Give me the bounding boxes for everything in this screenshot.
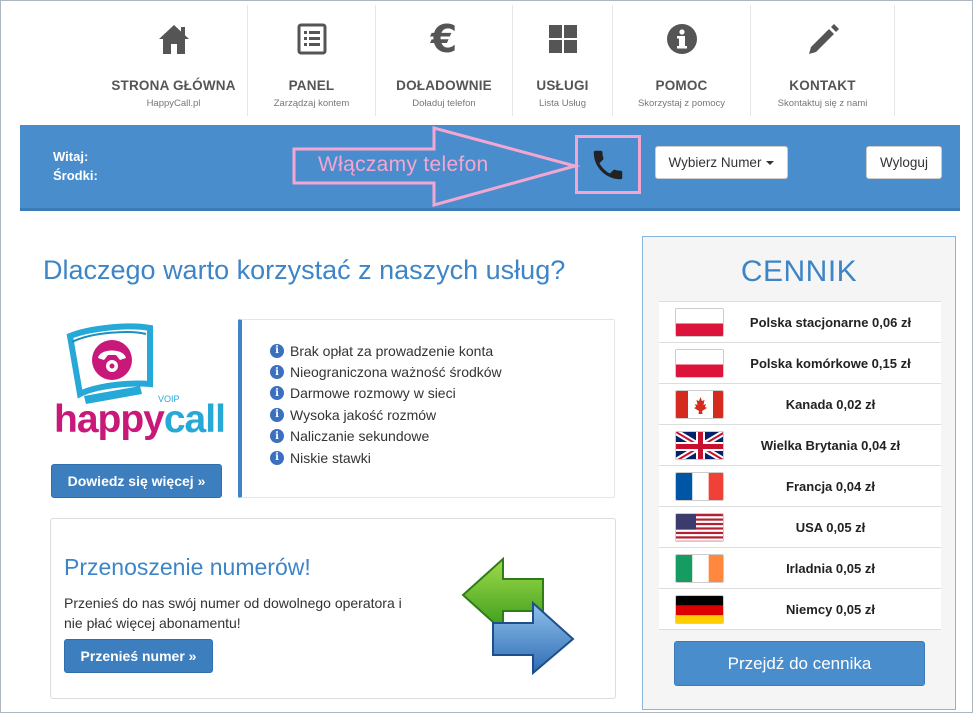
nav-title: POMOC xyxy=(655,78,708,93)
feature-item: i Darmowe rozmowy w sieci xyxy=(270,383,614,404)
price-label: USA 0,05 zł xyxy=(795,519,866,535)
price-row: USA 0,05 zł xyxy=(659,507,941,548)
nav-title: PANEL xyxy=(288,78,335,93)
uk-flag-icon xyxy=(675,430,724,460)
price-list-title: CENNIK xyxy=(740,255,858,288)
feature-text: Nieograniczona ważność środków xyxy=(290,364,502,381)
logout-label: Wyloguj xyxy=(880,155,928,170)
price-row: Niemcy 0,05 zł xyxy=(659,589,941,630)
logo-word-call: call xyxy=(163,398,226,441)
feature-item: i Nieograniczona ważność środków xyxy=(270,361,614,382)
nav-item-help[interactable]: POMOC Skorzystaj z pomocy xyxy=(613,5,751,116)
germany-flag-icon xyxy=(675,594,724,624)
go-to-price-list-button[interactable]: Przejdź do cennika xyxy=(674,641,925,686)
canada-flag-icon xyxy=(675,389,724,419)
usa-flag-icon xyxy=(675,512,724,542)
feature-item: i Niskie stawki xyxy=(270,447,614,468)
nav-subtitle: Skontaktuj się z nami xyxy=(777,98,868,109)
nav-title: DOŁADOWNIE xyxy=(396,78,492,93)
learn-more-button[interactable]: Dowiedz się więcej » xyxy=(51,464,222,498)
nav-title: STRONA GŁÓWNA xyxy=(111,78,236,93)
nav-title: USŁUGI xyxy=(536,78,589,93)
price-label: Niemcy 0,05 zł xyxy=(786,601,875,617)
choose-number-label: Wybierz Numer xyxy=(668,155,762,170)
feature-item: i Naliczanie sekundowe xyxy=(270,426,614,447)
features-box: i Brak opłat za prowadzenie konta i Nieogr… xyxy=(238,319,615,498)
price-row: Polska komórkowe 0,15 zł xyxy=(659,343,941,384)
price-row: Francja 0,04 zł xyxy=(659,466,941,507)
caret-down-icon xyxy=(766,160,775,165)
price-label: Polska komórkowe 0,15 zł xyxy=(750,355,911,371)
price-row: Polska stacjonarne 0,06 zł xyxy=(659,302,941,343)
nav-subtitle: Doładuj telefon xyxy=(412,98,476,109)
poland-flag-icon xyxy=(675,307,724,337)
nav-title: KONTAKT xyxy=(789,78,856,93)
port-number-button[interactable]: Przenieś numer » xyxy=(64,639,213,673)
price-label: Polska stacjonarne 0,06 zł xyxy=(749,314,912,330)
feature-text: Naliczanie sekundowe xyxy=(290,428,430,445)
info-icon xyxy=(613,17,750,61)
logo-wordmark: happycall xyxy=(54,398,226,442)
nav-subtitle: Skorzystaj z pomocy xyxy=(637,98,726,109)
poland-flag-icon xyxy=(675,348,724,378)
nav-item-panel[interactable]: PANEL Zarządzaj kontem xyxy=(248,5,376,116)
feature-item: i Wysoka jakość rozmów xyxy=(270,404,614,425)
price-row: Irladnia 0,05 zł xyxy=(659,548,941,589)
greeting-label: Witaj: xyxy=(53,149,89,164)
grid-icon xyxy=(513,17,612,61)
info-icon: i xyxy=(270,386,284,401)
nav-item-contact[interactable]: KONTAKT Skontaktuj się z nami xyxy=(751,5,895,116)
nav-item-home[interactable]: STRONA GŁÓWNA HappyCall.pl xyxy=(100,5,248,116)
user-info: Witaj: Środki: xyxy=(53,147,98,185)
phone-icon xyxy=(593,150,623,179)
logo-word-happy: happy xyxy=(54,398,165,441)
page-headline: Dlaczego warto korzystać z naszych usług… xyxy=(43,255,566,285)
feature-text: Wysoka jakość rozmów xyxy=(290,406,437,423)
price-label: Francja 0,04 zł xyxy=(786,478,875,494)
feature-text: Niskie stawki xyxy=(290,449,371,466)
annotation-text: Włączamy telefon xyxy=(318,153,489,176)
logout-button[interactable]: Wyloguj xyxy=(866,146,942,179)
price-list-panel: CENNIK Polska stacjonarne 0,06 zł Polska… xyxy=(642,236,956,710)
feature-text: Darmowe rozmowy w sieci xyxy=(290,385,456,402)
info-icon: i xyxy=(270,429,284,444)
number-porting-box: Przenoszenie numerów! Przenieś do nas sw… xyxy=(50,518,616,699)
nav-item-topup[interactable]: € DOŁADOWNIE Doładuj telefon xyxy=(376,5,513,116)
happycall-logo: VOIP happycall xyxy=(50,322,230,447)
user-bar: Witaj: Środki: Włączamy telefon Wybierz … xyxy=(20,125,960,211)
nav-item-services[interactable]: USŁUGI Lista Usług xyxy=(513,5,613,116)
ireland-flag-icon xyxy=(675,553,724,583)
balance-label: Środki: xyxy=(53,168,98,183)
info-icon: i xyxy=(270,365,284,380)
info-icon: i xyxy=(270,407,284,422)
phone-call-button[interactable] xyxy=(575,135,641,194)
euro-icon: € xyxy=(430,17,458,61)
nav-subtitle: HappyCall.pl xyxy=(146,98,201,109)
france-flag-icon xyxy=(675,471,724,501)
feature-item: i Brak opłat za prowadzenie konta xyxy=(270,340,614,361)
home-icon xyxy=(100,17,247,61)
price-label: Kanada 0,02 zł xyxy=(785,396,876,412)
pencil-icon xyxy=(751,17,894,61)
swap-arrows-icon xyxy=(461,556,575,675)
choose-number-dropdown[interactable]: Wybierz Numer xyxy=(655,146,788,179)
price-row: Kanada 0,02 zł xyxy=(659,384,941,425)
nav-subtitle: Lista Usług xyxy=(539,98,586,109)
info-icon: i xyxy=(270,343,284,358)
price-row: Wielka Brytania 0,04 zł xyxy=(659,425,941,466)
info-icon: i xyxy=(270,450,284,465)
list-icon xyxy=(248,17,375,61)
feature-text: Brak opłat za prowadzenie konta xyxy=(290,342,494,359)
price-label: Wielka Brytania 0,04 zł xyxy=(760,437,901,453)
top-navigation: STRONA GŁÓWNA HappyCall.pl PANEL Zarządz… xyxy=(100,5,895,116)
nav-subtitle: Zarządzaj kontem xyxy=(273,98,350,109)
porting-title: Przenoszenie numerów! xyxy=(64,554,311,580)
porting-text: Przenieś do nas swój numer od dowolnego … xyxy=(64,595,402,631)
price-list: Polska stacjonarne 0,06 zł Polska komórk… xyxy=(659,301,941,630)
price-label: Irladnia 0,05 zł xyxy=(786,560,875,576)
